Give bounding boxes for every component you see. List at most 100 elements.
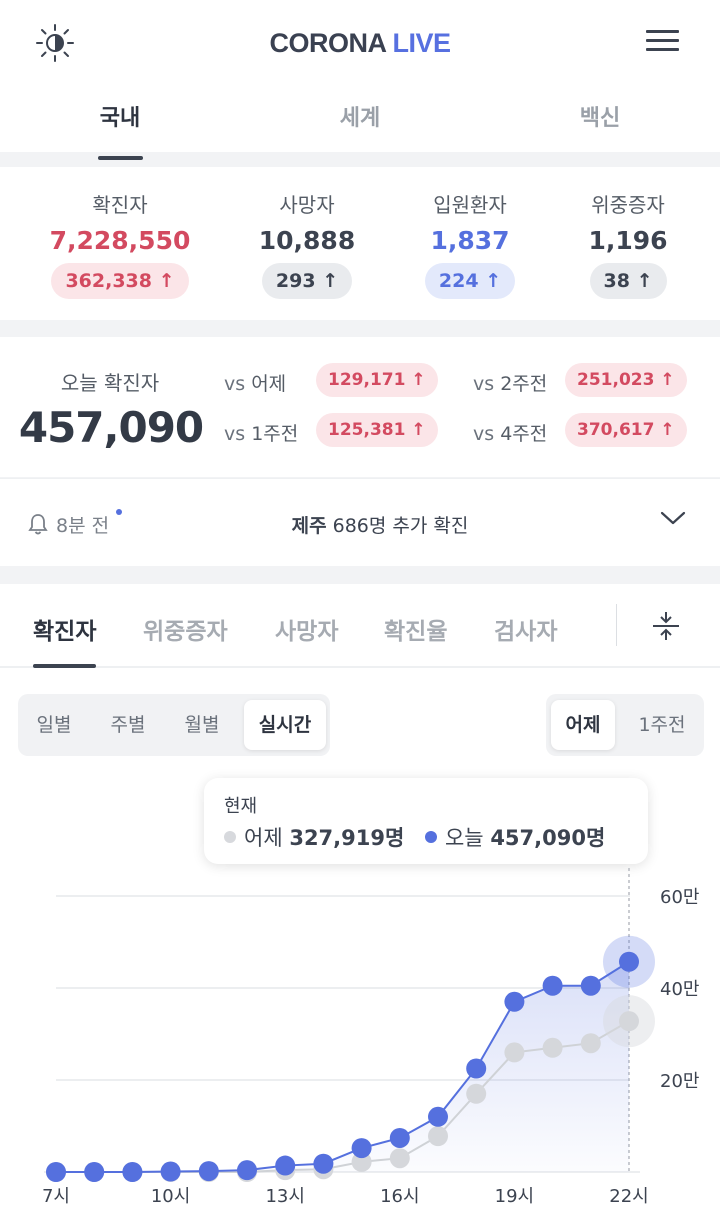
period-weekly[interactable]: 주별 (94, 700, 162, 750)
tab-world[interactable]: 세계 (290, 100, 430, 132)
tab-world-label: 세계 (339, 106, 381, 131)
tooltip-today-label: 오늘 (444, 826, 484, 850)
compare-option-1week[interactable]: 1주전 (624, 700, 700, 750)
y-tick-label: 20만 (660, 1071, 699, 1092)
arrow-up-icon: ↑ (485, 270, 502, 292)
compare-label: 4주전 (500, 423, 548, 445)
tab-divider (616, 604, 617, 646)
today-point (428, 1106, 448, 1127)
tab-deaths[interactable]: 사망자 (275, 612, 338, 646)
realtime-confirmed-chart[interactable]: 20만 40만 60만 7시 10시 13시 16시 19시 22시 (0, 868, 720, 1222)
period-realtime[interactable]: 실시간 (244, 700, 326, 750)
x-tick-label: 10시 (151, 1186, 190, 1207)
compare-delta-value: 125,381 (328, 420, 406, 440)
update-region: 제주 (291, 515, 327, 537)
tooltip-yesterday-value: 327,919명 (289, 826, 405, 850)
tab-positivity-rate[interactable]: 확진율 (384, 612, 447, 646)
x-tick-label: 16시 (380, 1186, 419, 1207)
compare-1week: vs 1주전 125,381 ↑ (224, 413, 438, 447)
compare-yesterday: vs 어제 129,171 ↑ (224, 363, 438, 397)
period-label: 주별 (110, 714, 146, 736)
today-area (56, 961, 629, 1172)
stat-label: 사망자 (279, 193, 335, 217)
period-daily[interactable]: 일별 (22, 700, 86, 750)
today-point (542, 975, 563, 996)
stat-confirmed[interactable]: 확진자 7,228,550 362,338 ↑ (30, 189, 210, 299)
tab-critical[interactable]: 위중증자 (143, 612, 228, 646)
update-text: 686명 추가 확진 (332, 515, 469, 537)
stat-delta-value: 293 (275, 270, 316, 292)
tab-label: 확진율 (384, 619, 448, 645)
compare-label: 어제 (251, 373, 287, 395)
today-value: 457,090 (18, 403, 204, 452)
compare-delta-badge: 125,381 ↑ (316, 413, 438, 447)
stat-label: 확진자 (92, 193, 148, 217)
x-tick-label: 22시 (609, 1186, 648, 1207)
stat-value: 1,837 (430, 226, 510, 255)
yesterday-point (504, 1042, 525, 1063)
stat-value: 10,888 (258, 226, 356, 255)
stat-delta-value: 38 (603, 270, 630, 292)
today-point (466, 1058, 487, 1079)
stat-label: 위중증자 (591, 193, 665, 217)
stat-label: 입원환자 (433, 193, 507, 217)
stat-hospitalized[interactable]: 입원환자 1,837 224 ↑ (380, 189, 560, 299)
stat-deaths[interactable]: 사망자 10,888 293 ↑ (217, 189, 397, 299)
compare-option-yesterday[interactable]: 어제 (551, 700, 615, 750)
tab-label: 사망자 (275, 619, 339, 645)
yesterday-point (542, 1037, 563, 1058)
latest-update-banner[interactable]: 8분 전 제주 686명 추가 확진 (0, 478, 720, 566)
compare-label: 2주전 (500, 373, 548, 395)
tab-vaccine[interactable]: 백신 (530, 100, 670, 132)
stat-delta-value: 224 (438, 270, 479, 292)
x-tick-label: 7시 (42, 1186, 70, 1207)
vs-label: vs (473, 373, 495, 395)
y-tick-label: 60만 (660, 887, 699, 908)
today-point (313, 1153, 334, 1174)
today-point (198, 1161, 219, 1182)
period-monthly[interactable]: 월별 (168, 700, 236, 750)
collapse-toggle-icon[interactable] (650, 610, 682, 642)
today-point (122, 1162, 143, 1182)
tooltip-yesterday-label: 어제 (244, 826, 283, 850)
yesterday-point (466, 1083, 487, 1104)
logo-text-live: LIVE (392, 28, 452, 58)
tab-label: 위중증자 (143, 619, 228, 645)
compare-delta-badge: 370,617 ↑ (565, 413, 687, 447)
tab-vaccine-label: 백신 (579, 106, 621, 131)
compare-selector: 어제 1주전 (546, 694, 704, 756)
legend-today-dot (424, 831, 437, 843)
today-point (84, 1162, 105, 1182)
tooltip-values: 어제 327,919명 오늘 457,090명 (224, 822, 605, 852)
chart-metric-tabs: 확진자 위중증자 사망자 확진율 검사자 (0, 584, 720, 668)
x-tick-label: 19시 (495, 1186, 534, 1207)
tab-tests[interactable]: 검사자 (494, 612, 557, 646)
summary-stats: 확진자 7,228,550 362,338 ↑ 사망자 10,888 293 ↑… (0, 167, 720, 320)
arrow-up-icon: ↑ (322, 270, 339, 292)
today-confirmed-panel: 오늘 확진자 457,090 vs 어제 129,171 ↑ vs 2주전 25… (0, 337, 720, 477)
hamburger-menu-icon[interactable] (640, 26, 686, 62)
stat-value: 1,196 (588, 226, 668, 255)
region-tabs: 국내 세계 백신 (0, 86, 720, 160)
period-selector: 일별 주별 월별 실시간 (18, 694, 330, 756)
tab-active-underline (33, 664, 97, 668)
stat-delta-badge: 224 ↑ (424, 263, 516, 299)
tab-domestic-label: 국내 (99, 106, 141, 131)
tooltip-title: 현재 (224, 796, 258, 817)
compare-2weeks: vs 2주전 251,023 ↑ (473, 363, 687, 397)
app-logo[interactable]: CORONA LIVE (0, 28, 720, 59)
app-header: CORONA LIVE 국내 세계 백신 (0, 0, 720, 160)
x-tick-label: 13시 (265, 1186, 304, 1207)
legend-yesterday-dot (224, 831, 236, 843)
tab-active-underline (98, 156, 143, 160)
period-label: 월별 (184, 714, 220, 736)
today-point (160, 1161, 181, 1182)
compare-delta-value: 370,617 (577, 420, 655, 440)
chart-panel: 확진자 위중증자 사망자 확진율 검사자 일별 주별 월별 실시간 어제 1주전… (0, 584, 720, 1222)
tab-confirmed[interactable]: 확진자 (33, 612, 97, 668)
stat-critical[interactable]: 위중증자 1,196 38 ↑ (538, 189, 718, 299)
yesterday-point (619, 1011, 639, 1032)
chevron-down-icon[interactable] (660, 510, 686, 526)
compare-delta-badge: 129,171 ↑ (316, 363, 438, 397)
tab-domestic[interactable]: 국내 (50, 100, 190, 160)
